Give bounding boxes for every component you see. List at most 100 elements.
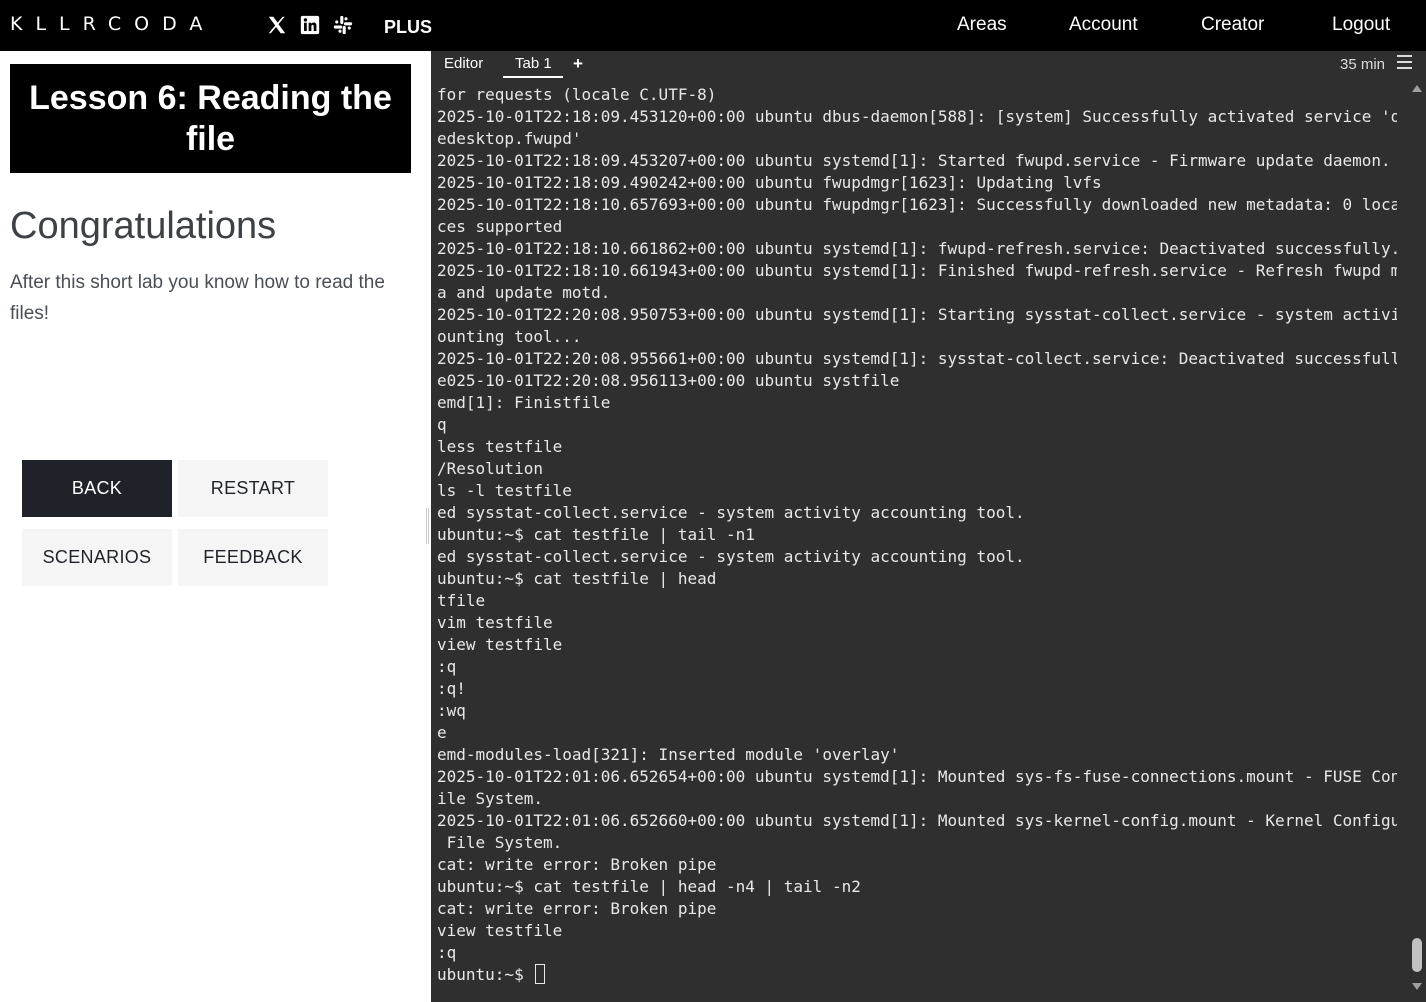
terminal-line-text: File System. [437,833,563,852]
terminal-line-text: 2025-10-01T22:18:09.490242+00:00 ubuntu … [437,173,1102,192]
terminal-line-text: ubuntu:~$ cat testfile | head [437,569,717,588]
terminal-line-text: less testfile [437,437,563,456]
terminal-line: /Resolution [437,458,1397,480]
back-button[interactable]: BACK [22,460,172,517]
terminal-line-text: :q [437,943,457,962]
terminal-line: ubuntu:~$ cat testfile | head [437,568,1397,590]
step-heading: Congratulations [10,205,277,247]
terminal-line-text: view testfile [437,635,563,654]
terminal-line: emd[1]: Finistfile [437,392,1397,414]
scroll-thumb[interactable] [1412,938,1422,972]
terminal-line-text: e [437,723,447,742]
terminal-line-text: cat: write error: Broken pipe [437,899,717,918]
terminal-line-text: ubuntu:~$ cat testfile | head -n4 | tail… [437,877,861,896]
terminal-line-text: for requests (locale C.UTF-8) [437,85,717,104]
terminal-line: ounting tool... [437,326,1397,348]
restart-button[interactable]: RESTART [178,460,328,517]
terminal-line-text: cat: write error: Broken pipe [437,855,717,874]
terminal-line-text: 2025-10-01T22:01:06.652654+00:00 ubuntu … [437,767,1397,786]
tab-editor[interactable]: Editor [444,55,483,72]
tab-terminal-1[interactable]: Tab 1 [515,55,552,72]
terminal-line-text: view testfile [437,921,563,940]
terminal-line-text: ile System. [437,789,543,808]
terminal-line: e025-10-01T22:20:08.956113+00:00 ubuntu … [437,370,1397,392]
lesson-title: Lesson 6: Reading the file [10,64,411,173]
terminal-line: ces supported [437,216,1397,238]
terminal-line: 2025-10-01T22:01:06.652654+00:00 ubuntu … [437,766,1397,788]
nav-areas[interactable]: Areas [957,14,1007,36]
brand-logo[interactable]: KLLRCODA [10,13,215,35]
terminal-line-text: :q! [437,679,466,698]
terminal-line: ls -l testfile [437,480,1397,502]
terminal-line-text: ed sysstat-collect.service - system acti… [437,547,1025,566]
terminal-line: 2025-10-01T22:18:10.661943+00:00 ubuntu … [437,260,1397,282]
terminal-line-text: ubuntu:~$ [437,965,534,984]
terminal-line: ubuntu:~$ [437,964,1397,986]
step-text: After this short lab you know how to rea… [10,272,385,324]
terminal-line: ed sysstat-collect.service - system acti… [437,546,1397,568]
terminal-line-text: /Resolution [437,459,543,478]
terminal-line-text: tfile [437,591,486,610]
session-timer: 35 min [1340,56,1386,73]
terminal-pane: Editor Tab 1 + 35 min for requests (loca… [431,51,1426,1002]
terminal-line-text: 2025-10-01T22:18:09.453120+00:00 ubuntu … [437,107,1397,126]
terminal-cursor [535,964,546,984]
hamburger-menu-icon[interactable] [1397,55,1413,71]
terminal-line-text: edesktop.fwupd' [437,129,582,148]
nav-creator[interactable]: Creator [1201,14,1264,36]
nav-account[interactable]: Account [1069,14,1138,36]
terminal-line: ubuntu:~$ cat testfile | tail -n1 [437,524,1397,546]
terminal-line: :q [437,656,1397,678]
terminal-line-text: :wq [437,701,466,720]
terminal-line: less testfile [437,436,1397,458]
terminal-line: ubuntu:~$ cat testfile | head -n4 | tail… [437,876,1397,898]
terminal-line-text: ubuntu:~$ cat testfile | tail -n1 [437,525,755,544]
terminal-line-text: 2025-10-01T22:18:10.661862+00:00 ubuntu … [437,239,1397,258]
terminal-line: :q! [437,678,1397,700]
resize-handle[interactable] [426,508,429,544]
terminal-line-text: 2025-10-01T22:18:10.657693+00:00 ubuntu … [437,195,1397,214]
x-icon[interactable] [266,14,288,36]
terminal-line: 2025-10-01T22:01:06.652660+00:00 ubuntu … [437,810,1397,832]
terminal-scrollbar[interactable] [1410,81,1424,999]
top-navigation-bar: KLLRCODA PLUS Areas Account Creator Logo… [0,0,1426,51]
terminal-line-text: vim testfile [437,613,553,632]
terminal-line-text: ls -l testfile [437,481,572,500]
terminal-line-text: emd[1]: Finistfile [437,393,611,412]
linkedin-icon[interactable] [299,14,321,36]
terminal-line-text: 2025-10-01T22:18:09.453207+00:00 ubuntu … [437,151,1391,170]
terminal-line-text: 2025-10-01T22:01:06.652660+00:00 ubuntu … [437,811,1397,830]
terminal-line-text: :q [437,657,457,676]
plus-badge[interactable]: PLUS [384,17,432,38]
terminal-line-text: ed sysstat-collect.service - system acti… [437,503,1025,522]
terminal-line: 2025-10-01T22:20:08.955661+00:00 ubuntu … [437,348,1397,370]
terminal-line: cat: write error: Broken pipe [437,854,1397,876]
terminal-line-text: ces supported [437,217,563,236]
terminal-line-text: ounting tool... [437,327,582,346]
scenarios-button[interactable]: SCENARIOS [22,529,172,586]
feedback-button[interactable]: FEEDBACK [178,529,328,586]
add-tab-button[interactable]: + [573,54,583,74]
terminal-line: ile System. [437,788,1397,810]
terminal-line: 2025-10-01T22:18:09.490242+00:00 ubuntu … [437,172,1397,194]
terminal-line: edesktop.fwupd' [437,128,1397,150]
terminal-line: q [437,414,1397,436]
slack-icon[interactable] [332,14,354,36]
scroll-down-arrow-icon[interactable] [1412,983,1422,990]
terminal-line: vim testfile [437,612,1397,634]
terminal-output[interactable]: for requests (locale C.UTF-8) 2025-10-01T… [437,84,1397,996]
nav-logout[interactable]: Logout [1332,14,1390,36]
terminal-line: :wq [437,700,1397,722]
terminal-line: :q [437,942,1397,964]
scroll-up-arrow-icon[interactable] [1412,85,1422,92]
terminal-tab-bar: Editor Tab 1 + 35 min [431,51,1426,78]
terminal-line: 2025-10-01T22:20:08.950753+00:00 ubuntu … [437,304,1397,326]
terminal-line: tfile [437,590,1397,612]
terminal-line-text: 2025-10-01T22:20:08.950753+00:00 ubuntu … [437,305,1397,324]
terminal-line-text: q [437,415,447,434]
terminal-line-text: emd-modules-load[321]: Inserted module '… [437,745,900,764]
terminal-line-text: a and update motd. [437,283,611,302]
terminal-line: for requests (locale C.UTF-8) [437,84,1397,106]
terminal-line-text: 2025-10-01T22:18:10.661943+00:00 ubuntu … [437,261,1397,280]
terminal-line: 2025-10-01T22:18:10.657693+00:00 ubuntu … [437,194,1397,216]
